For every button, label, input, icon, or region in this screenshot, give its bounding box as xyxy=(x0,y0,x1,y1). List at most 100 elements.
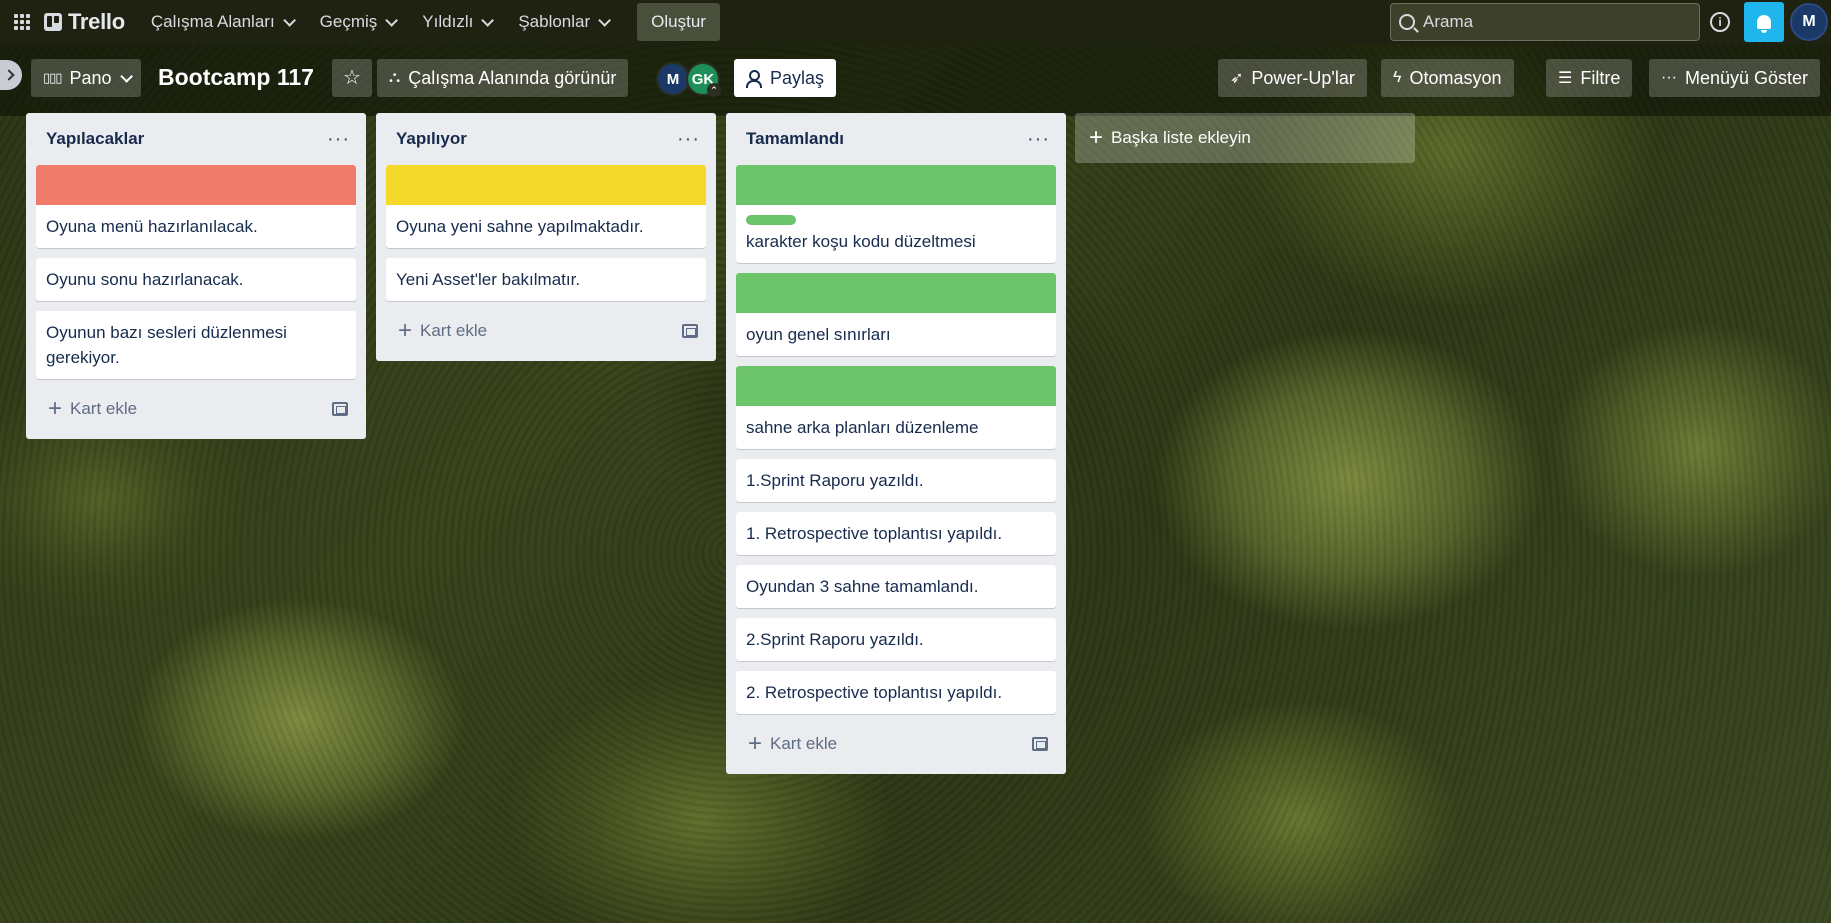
plus-icon: + xyxy=(748,730,763,757)
automation-label: Otomasyon xyxy=(1409,67,1502,88)
list-menu-icon[interactable]: ··· xyxy=(1021,129,1056,149)
board-members: M GK ⌃ xyxy=(656,62,721,97)
add-card-label: Kart ekle xyxy=(420,321,488,340)
list-title[interactable]: Yapılacaklar xyxy=(46,129,144,149)
star-icon: ☆ xyxy=(343,67,361,89)
add-card-label: Kart ekle xyxy=(770,734,838,753)
starred-menu[interactable]: Yıldızlı xyxy=(410,6,502,38)
card-cover xyxy=(736,165,1056,205)
card-title: Oyunu sonu hazırlanacak. xyxy=(46,270,244,289)
add-list-button[interactable]: + Başka liste ekleyin xyxy=(1075,113,1415,163)
card-template-icon[interactable] xyxy=(682,324,698,338)
list-title[interactable]: Yapılıyor xyxy=(396,129,467,149)
card-cover xyxy=(736,273,1056,313)
list-doing: Yapılıyor ··· Oyuna yeni sahne yapılmakt… xyxy=(376,113,716,361)
card-title: Yeni Asset'ler bakılmatır. xyxy=(396,270,581,289)
card-label[interactable] xyxy=(746,215,796,225)
sidebar-toggle[interactable] xyxy=(0,60,22,90)
rocket-icon: ➶ xyxy=(1230,70,1244,87)
add-card-label: Kart ekle xyxy=(70,399,138,418)
visibility-label: Çalışma Alanında görünür xyxy=(408,67,617,88)
member-avatar[interactable]: GK ⌃ xyxy=(686,62,721,97)
list-item[interactable]: karakter koşu kodu düzeltmesi xyxy=(736,165,1056,263)
card-cover xyxy=(36,165,356,205)
more-dots-icon: ··· xyxy=(1661,69,1677,86)
workspace-visibility-icon: ⛬ xyxy=(389,69,401,86)
automation-button[interactable]: ϟ Otomasyon xyxy=(1381,59,1514,97)
filter-button[interactable]: ☰ Filtre xyxy=(1546,59,1633,97)
templates-menu[interactable]: Şablonlar xyxy=(506,6,619,38)
card-template-icon[interactable] xyxy=(1032,737,1048,751)
account-avatar[interactable]: M xyxy=(1790,3,1828,41)
filter-icon: ☰ xyxy=(1558,70,1573,87)
add-card-button[interactable]: + Kart ekle xyxy=(398,319,487,343)
search-box[interactable] xyxy=(1390,3,1700,41)
card-template-icon[interactable] xyxy=(332,402,348,416)
card-title: oyun genel sınırları xyxy=(746,325,891,344)
plus-icon: + xyxy=(1089,124,1104,151)
card-cover xyxy=(386,165,706,205)
search-icon xyxy=(1399,14,1415,30)
workspaces-label: Çalışma Alanları xyxy=(150,12,275,31)
notifications-button[interactable] xyxy=(1744,2,1784,42)
view-label: Pano xyxy=(69,67,112,88)
info-icon[interactable]: i xyxy=(1710,12,1730,32)
list-item[interactable]: 2.Sprint Raporu yazıldı. xyxy=(736,618,1056,661)
list-item[interactable]: Oyuna menü hazırlanılacak. xyxy=(36,165,356,248)
list-item[interactable]: Oyuna yeni sahne yapılmaktadır. xyxy=(386,165,706,248)
add-person-icon xyxy=(746,70,762,88)
chevron-down-icon xyxy=(119,69,133,83)
recent-menu[interactable]: Geçmiş xyxy=(308,6,407,38)
visibility-button[interactable]: ⛬ Çalışma Alanında görünür xyxy=(377,59,629,97)
add-card-button[interactable]: + Kart ekle xyxy=(748,732,837,756)
card-title: Oyuna yeni sahne yapılmaktadır. xyxy=(396,217,644,236)
list-menu-icon[interactable]: ··· xyxy=(671,129,706,149)
list-item[interactable]: Oyundan 3 sahne tamamlandı. xyxy=(736,565,1056,608)
list-item[interactable]: oyun genel sınırları xyxy=(736,273,1056,356)
list-item[interactable]: Oyunun bazı sesleri düzlenmesi gerekiyor… xyxy=(36,311,356,379)
search-input[interactable] xyxy=(1423,12,1683,32)
admin-badge-icon: ⌃ xyxy=(707,83,721,97)
trello-logo[interactable]: Trello xyxy=(44,9,125,35)
list-item[interactable]: 2. Retrospective toplantısı yapıldı. xyxy=(736,671,1056,714)
create-button[interactable]: Oluştur xyxy=(637,3,720,41)
add-list-label: Başka liste ekleyin xyxy=(1111,128,1251,147)
chevron-down-icon xyxy=(282,13,296,27)
share-button[interactable]: Paylaş xyxy=(734,59,837,97)
share-label: Paylaş xyxy=(770,67,825,88)
board-title[interactable]: Bootcamp 117 xyxy=(158,64,314,91)
list-item[interactable]: 1. Retrospective toplantısı yapıldı. xyxy=(736,512,1056,555)
powerups-button[interactable]: ➶ Power-Up'lar xyxy=(1218,59,1367,97)
lightning-icon: ϟ xyxy=(1393,69,1402,86)
card-title: Oyunun bazı sesleri düzlenmesi gerekiyor… xyxy=(46,323,287,367)
templates-label: Şablonlar xyxy=(518,12,591,31)
list-item[interactable]: Oyunu sonu hazırlanacak. xyxy=(36,258,356,301)
chevron-down-icon xyxy=(385,13,399,27)
list-menu-icon[interactable]: ··· xyxy=(321,129,356,149)
powerups-label: Power-Up'lar xyxy=(1251,67,1355,88)
card-title: karakter koşu kodu düzeltmesi xyxy=(746,232,976,251)
show-menu-label: Menüyü Göster xyxy=(1684,67,1809,88)
member-avatar[interactable]: M xyxy=(656,62,690,96)
nav-right: i M xyxy=(1390,0,1831,44)
app-switcher-icon[interactable] xyxy=(0,0,44,44)
plus-icon: + xyxy=(398,317,413,344)
star-button[interactable]: ☆ xyxy=(332,59,372,97)
board-header: ▯▯▯ Pano Bootcamp 117 ☆ ⛬ Çalışma Alanın… xyxy=(0,44,1831,116)
show-menu-button[interactable]: ··· Menüyü Göster xyxy=(1649,59,1821,97)
add-card-button[interactable]: + Kart ekle xyxy=(48,397,137,421)
card-title: 1. Retrospective toplantısı yapıldı. xyxy=(746,524,1003,543)
plus-icon: + xyxy=(48,395,63,422)
card-title: 2. Retrospective toplantısı yapıldı. xyxy=(746,683,1003,702)
top-nav: Trello Çalışma Alanları Geçmiş Yıldızlı … xyxy=(0,0,1831,44)
list-done: Tamamlandı ··· karakter koşu kodu düzelt… xyxy=(726,113,1066,774)
recent-label: Geçmiş xyxy=(319,12,378,31)
list-title[interactable]: Tamamlandı xyxy=(746,129,844,149)
chevron-down-icon xyxy=(598,13,612,27)
workspaces-menu[interactable]: Çalışma Alanları xyxy=(139,6,304,38)
list-item[interactable]: 1.Sprint Raporu yazıldı. xyxy=(736,459,1056,502)
view-switcher-button[interactable]: ▯▯▯ Pano xyxy=(31,59,141,97)
list-item[interactable]: Yeni Asset'ler bakılmatır. xyxy=(386,258,706,301)
board-view-icon: ▯▯▯ xyxy=(43,70,62,85)
list-item[interactable]: sahne arka planları düzenleme xyxy=(736,366,1056,449)
